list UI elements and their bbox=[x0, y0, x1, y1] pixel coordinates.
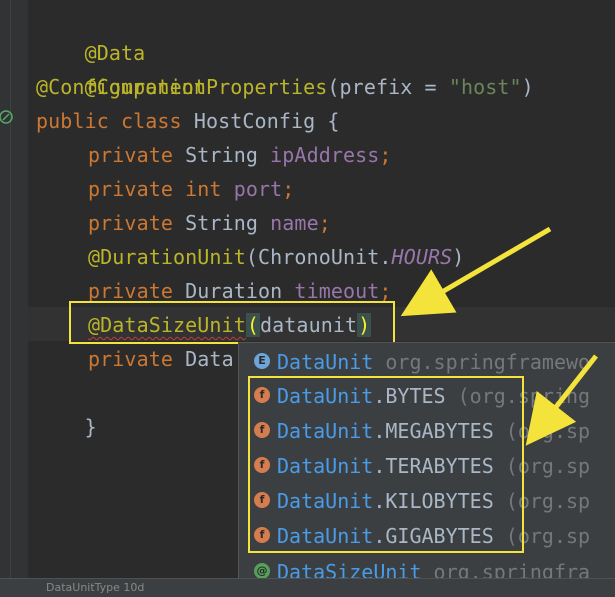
private-keyword: private bbox=[88, 143, 186, 167]
prefix-string: "host" bbox=[448, 75, 522, 99]
field-timeout: timeout bbox=[294, 279, 380, 303]
completion-package: org.springframewo bbox=[373, 350, 591, 374]
code-line-2: @Component bbox=[36, 36, 206, 99]
chronounit-ref: (ChronoUnit. bbox=[245, 245, 392, 269]
code-line-1: @Data bbox=[36, 2, 146, 65]
code-line-11: private Data bbox=[88, 342, 234, 376]
private-int-keywords: private int bbox=[88, 177, 234, 201]
constants-highlight-box bbox=[248, 376, 524, 553]
semicolon: ; bbox=[379, 279, 392, 303]
semicolon: ; bbox=[379, 143, 392, 167]
enum-icon: E bbox=[254, 353, 270, 369]
class-keywords: public class bbox=[36, 109, 194, 133]
closing-brace: } bbox=[84, 415, 97, 439]
private-keyword: private bbox=[88, 211, 186, 235]
annotation-icon: @ bbox=[254, 563, 270, 579]
field-name: name bbox=[270, 211, 319, 235]
field-type: String bbox=[185, 143, 271, 167]
code-line-5: private String ipAddress; bbox=[88, 138, 392, 172]
semicolon: ; bbox=[282, 177, 295, 201]
field-type: String bbox=[185, 211, 271, 235]
field-port: port bbox=[233, 177, 283, 201]
code-line-7: private String name; bbox=[88, 206, 331, 240]
code-line-6: private int port; bbox=[88, 172, 294, 206]
status-text: DataUnitType 10d bbox=[46, 581, 145, 594]
code-line-4: public class HostConfig { bbox=[36, 104, 340, 138]
private-keyword: private bbox=[88, 347, 186, 371]
field-type-partial: Data bbox=[185, 347, 234, 371]
paren-close: ) bbox=[521, 75, 534, 99]
annotation-highlight-box bbox=[69, 301, 395, 344]
private-keyword: private bbox=[88, 279, 186, 303]
code-line-8: @DurationUnit(ChronoUnit.HOURS) bbox=[88, 240, 464, 274]
completion-item[interactable]: E DataUnit org.springframewo bbox=[239, 345, 615, 379]
semicolon: ; bbox=[318, 211, 331, 235]
code-line-12: } bbox=[36, 376, 97, 439]
prefix-param: (prefix = bbox=[327, 75, 449, 99]
hours-constant: HOURS bbox=[391, 245, 453, 269]
code-line-3: @ConfigurationProperties(prefix = "host"… bbox=[36, 70, 534, 104]
completion-name: DataUnit bbox=[277, 350, 374, 374]
field-type: Duration bbox=[185, 279, 295, 303]
annotation-configuration-properties: @ConfigurationProperties bbox=[36, 75, 328, 99]
paren-close: ) bbox=[452, 245, 465, 269]
annotation-duration-unit: @DurationUnit bbox=[88, 245, 246, 269]
status-bar: DataUnitType 10d bbox=[0, 578, 615, 597]
field-ipaddress: ipAddress bbox=[270, 143, 380, 167]
class-name: HostConfig { bbox=[193, 109, 340, 133]
